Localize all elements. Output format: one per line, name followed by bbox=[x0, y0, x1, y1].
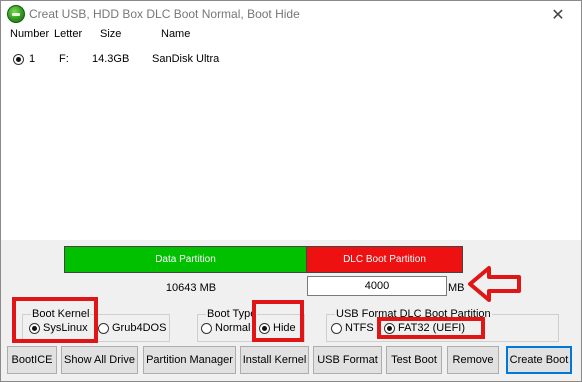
radio-selected-icon bbox=[384, 322, 395, 334]
drive-radio-button[interactable] bbox=[13, 53, 24, 65]
drive-name: SanDisk Ultra bbox=[152, 53, 220, 65]
normal-label: Normal bbox=[215, 322, 251, 334]
ntfs-label: NTFS bbox=[345, 322, 374, 334]
boot-kernel-group: Boot Kernel SysLinux Grub4DOS bbox=[22, 308, 170, 342]
data-partition-label: Data Partition bbox=[155, 254, 216, 265]
create-boot-button[interactable]: Create Boot bbox=[506, 346, 572, 374]
data-partition-bar: Data Partition bbox=[64, 246, 307, 273]
close-button[interactable]: ✕ bbox=[535, 1, 581, 28]
data-partition-size: 10643 MB bbox=[165, 282, 217, 294]
show-all-drive-button[interactable]: Show All Drive bbox=[61, 346, 138, 374]
title-bar: Creat USB, HDD Box DLC Boot Normal, Boot… bbox=[1, 1, 581, 28]
app-logo-icon bbox=[7, 5, 25, 23]
dlc-size-input[interactable] bbox=[307, 276, 447, 296]
partition-manager-button[interactable]: Partition Manager bbox=[143, 346, 236, 374]
dlc-size-unit: MB bbox=[448, 282, 465, 294]
boot-type-label: Boot Type bbox=[206, 308, 258, 320]
grub4dos-radio[interactable]: Grub4DOS bbox=[98, 322, 166, 334]
usb-format-label: USB Format DLC Boot Partition bbox=[335, 308, 492, 320]
dlc-boot-partition-label: DLC Boot Partition bbox=[343, 254, 426, 265]
hide-radio[interactable]: Hide bbox=[259, 322, 296, 334]
boot-kernel-label: Boot Kernel bbox=[31, 308, 91, 320]
grub4dos-label: Grub4DOS bbox=[112, 322, 167, 334]
radio-unselected-icon bbox=[201, 322, 212, 334]
drive-size: 14.3GB bbox=[92, 53, 130, 65]
syslinux-label: SysLinux bbox=[43, 322, 88, 334]
hide-label: Hide bbox=[273, 322, 296, 334]
usb-format-group: USB Format DLC Boot Partition NTFS FAT32… bbox=[326, 308, 559, 342]
drive-list[interactable]: Number Letter Size Name 1 F: 14.3GB SanD… bbox=[1, 28, 581, 240]
dlc-boot-partition-bar: DLC Boot Partition bbox=[306, 246, 463, 273]
main-window: Creat USB, HDD Box DLC Boot Normal, Boot… bbox=[0, 0, 582, 382]
bootice-button[interactable]: BootICE bbox=[7, 346, 57, 374]
radio-selected-icon bbox=[29, 322, 40, 334]
drive-letter: F: bbox=[59, 53, 69, 65]
fat32-uefi-radio[interactable]: FAT32 (UEFI) bbox=[384, 322, 465, 334]
remove-button[interactable]: Remove bbox=[447, 346, 499, 374]
radio-unselected-icon bbox=[331, 322, 342, 334]
window-title: Creat USB, HDD Box DLC Boot Normal, Boot… bbox=[29, 7, 300, 21]
column-header-letter[interactable]: Letter bbox=[54, 28, 82, 40]
boot-type-group: Boot Type Normal Hide bbox=[197, 308, 305, 342]
radio-selected-icon bbox=[259, 322, 270, 334]
drive-number: 1 bbox=[29, 53, 36, 65]
radio-unselected-icon bbox=[98, 322, 109, 334]
ntfs-radio[interactable]: NTFS bbox=[331, 322, 374, 334]
column-header-size[interactable]: Size bbox=[100, 28, 121, 40]
arrow-left-icon bbox=[468, 266, 521, 302]
column-header-name[interactable]: Name bbox=[161, 28, 190, 40]
column-header-number[interactable]: Number bbox=[10, 28, 49, 40]
usb-format-button[interactable]: USB Format bbox=[313, 346, 382, 374]
normal-radio[interactable]: Normal bbox=[201, 322, 250, 334]
test-boot-button[interactable]: Test Boot bbox=[386, 346, 442, 374]
syslinux-radio[interactable]: SysLinux bbox=[29, 322, 88, 334]
install-kernel-button[interactable]: Install Kernel bbox=[240, 346, 309, 374]
fat32-uefi-label: FAT32 (UEFI) bbox=[398, 322, 466, 334]
